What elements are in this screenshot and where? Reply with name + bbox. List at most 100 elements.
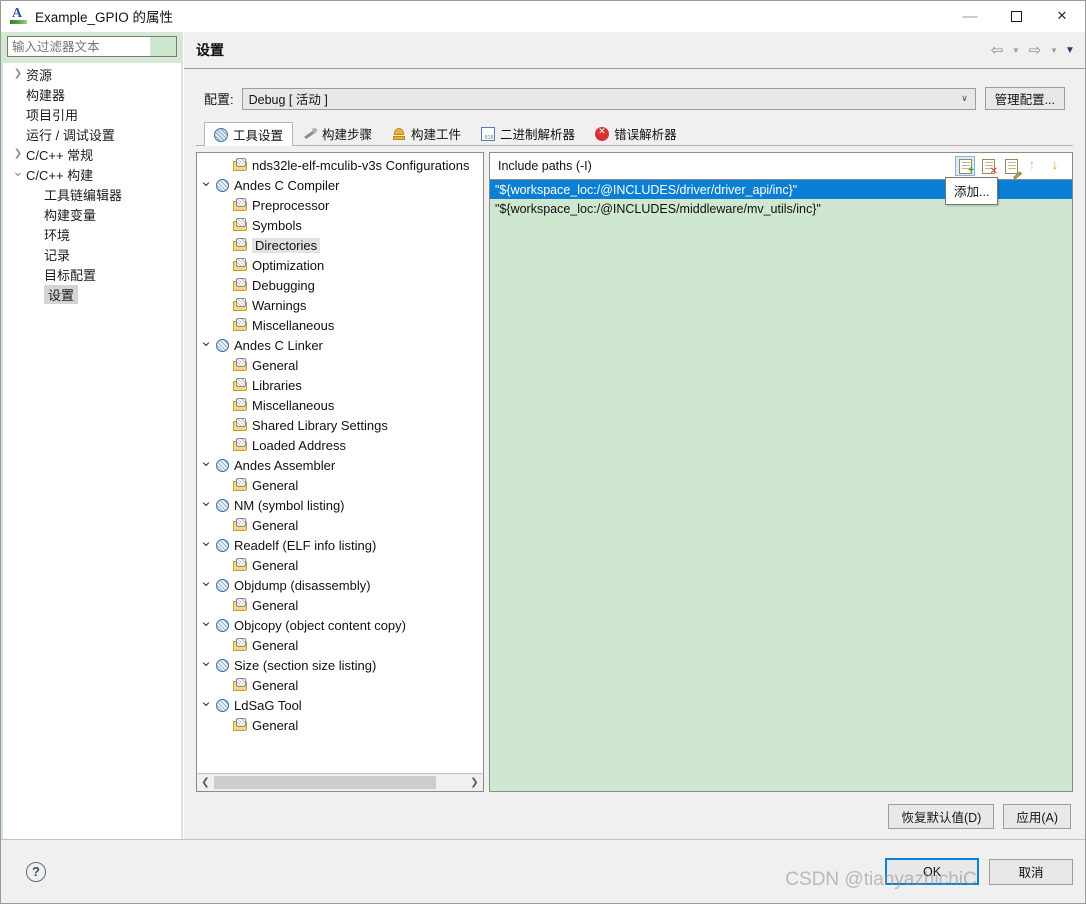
chevron-down-icon[interactable]: [197, 576, 215, 594]
tool-tree-row[interactable]: General: [197, 635, 483, 655]
chevron-down-icon[interactable]: [197, 536, 215, 554]
tool-tree-row[interactable]: Directories: [197, 235, 483, 255]
tool-tree-row[interactable]: nds32le-elf-mculib-v3s Configurations: [197, 155, 483, 175]
tool-tree-label: Symbols: [252, 217, 302, 233]
tool-tree-row[interactable]: NM (symbol listing): [197, 495, 483, 515]
tool-tree-hscrollbar[interactable]: ❮ ❯: [197, 773, 483, 791]
chevron-down-icon[interactable]: [197, 696, 215, 714]
maximize-button[interactable]: [993, 1, 1039, 31]
sidebar-item[interactable]: 项目引用: [4, 104, 180, 124]
tool-tree-label: Warnings: [252, 297, 307, 313]
tab-2[interactable]: 构建步骤: [293, 121, 382, 145]
tool-tree-row[interactable]: Miscellaneous: [197, 395, 483, 415]
sidebar-item[interactable]: 设置: [4, 284, 180, 304]
include-paths-list[interactable]: "${workspace_loc:/@INCLUDES/driver/drive…: [490, 180, 1072, 791]
tool-tree-row[interactable]: Size (section size listing): [197, 655, 483, 675]
sidebar-item[interactable]: 构建器: [4, 84, 180, 104]
tool-tree-row[interactable]: General: [197, 555, 483, 575]
tool-tree-row[interactable]: General: [197, 715, 483, 735]
scroll-left-icon[interactable]: ❮: [197, 775, 214, 790]
tab-1[interactable]: 工具设置: [204, 122, 294, 146]
chevron-down-icon[interactable]: [197, 336, 215, 354]
help-icon[interactable]: ?: [26, 861, 46, 882]
folder-icon: [233, 417, 249, 433]
chevron-down-icon[interactable]: [197, 656, 215, 674]
tool-tree-row[interactable]: Symbols: [197, 215, 483, 235]
chevron-down-icon[interactable]: [197, 496, 215, 514]
tool-tree-label: Andes C Compiler: [234, 177, 340, 193]
tool-tree-row[interactable]: General: [197, 355, 483, 375]
minimize-button[interactable]: —: [947, 1, 993, 31]
sidebar-item[interactable]: 运行 / 调试设置: [4, 124, 180, 144]
tool-tree-row[interactable]: Libraries: [197, 375, 483, 395]
hscroll-track[interactable]: [214, 776, 466, 789]
chevron-down-icon[interactable]: [197, 176, 215, 194]
move-down-icon[interactable]: [1047, 156, 1067, 176]
scroll-right-icon[interactable]: ❯: [466, 775, 483, 790]
cancel-button[interactable]: 取消: [989, 858, 1073, 885]
tab-label: 构建工件: [411, 128, 462, 142]
tool-tree-row[interactable]: General: [197, 675, 483, 695]
tool-tree-row[interactable]: Loaded Address: [197, 435, 483, 455]
tab-3[interactable]: 构建工件: [382, 121, 471, 145]
menu-dropdown-icon[interactable]: ▼: [1063, 41, 1077, 59]
forward-arrow-icon[interactable]: ⇨: [1025, 40, 1045, 60]
sidebar-item[interactable]: C/C++ 构建: [4, 164, 180, 184]
tool-tree-row[interactable]: Andes C Linker: [197, 335, 483, 355]
tab-4[interactable]: 二进制解析器: [471, 121, 585, 145]
tool-tree-row[interactable]: Debugging: [197, 275, 483, 295]
sidebar-item[interactable]: C/C++ 常规: [4, 144, 180, 164]
delete-icon[interactable]: ✕: [978, 156, 998, 177]
tool-tree-row[interactable]: Objcopy (object content copy): [197, 615, 483, 635]
tool-tree[interactable]: nds32le-elf-mculib-v3s Configurations And…: [197, 153, 483, 773]
chevron-right-icon[interactable]: [10, 149, 26, 159]
back-dropdown-icon[interactable]: ▼: [1009, 41, 1023, 59]
restore-defaults-button[interactable]: 恢复默认值(D): [888, 804, 995, 829]
tool-tree-label: General: [252, 517, 299, 533]
properties-dialog: A Example_GPIO 的属性 — ✕ 资源构建器项目引用运行 / 调试设…: [0, 0, 1086, 904]
sidebar-item[interactable]: 工具链编辑器: [4, 184, 180, 204]
chevron-down-icon[interactable]: [10, 167, 26, 182]
chevron-down-icon[interactable]: [197, 456, 215, 474]
hscroll-thumb[interactable]: [214, 776, 436, 789]
configuration-select[interactable]: Debug [ 活动 ] ∨: [241, 87, 976, 110]
ok-button[interactable]: OK: [885, 858, 979, 885]
forward-dropdown-icon[interactable]: ▼: [1047, 41, 1061, 59]
tool-tree-row[interactable]: General: [197, 595, 483, 615]
sidebar-item[interactable]: 目标配置: [4, 264, 180, 284]
chevron-down-icon[interactable]: [197, 616, 215, 634]
folder-icon: [233, 317, 249, 333]
edit-icon[interactable]: [1001, 156, 1022, 180]
tool-tree-row[interactable]: Warnings: [197, 295, 483, 315]
tab-5[interactable]: 错误解析器: [585, 121, 687, 145]
sidebar-item[interactable]: 资源: [4, 64, 180, 84]
include-path-value: "${workspace_loc:/@INCLUDES/middleware/m…: [495, 201, 821, 216]
sidebar-item[interactable]: 环境: [4, 224, 180, 244]
tool-tree-row[interactable]: LdSaG Tool: [197, 695, 483, 715]
tool-tree-row[interactable]: General: [197, 475, 483, 495]
manage-configurations-button[interactable]: 管理配置...: [984, 87, 1065, 110]
tool-tree-row[interactable]: Andes C Compiler: [197, 175, 483, 195]
tool-tree-label: General: [252, 357, 299, 373]
filter-clear-icon[interactable]: [150, 37, 176, 56]
tool-tree-label: Preprocessor: [252, 197, 330, 213]
tool-tree-row[interactable]: General: [197, 515, 483, 535]
close-button[interactable]: ✕: [1039, 1, 1085, 31]
tool-tree-row[interactable]: Shared Library Settings: [197, 415, 483, 435]
filter-input[interactable]: [8, 39, 150, 54]
tool-tree-row[interactable]: Optimization: [197, 255, 483, 275]
sidebar-item-label: 运行 / 调试设置: [26, 127, 115, 143]
add-icon[interactable]: +: [955, 156, 975, 176]
sidebar-item[interactable]: 构建变量: [4, 204, 180, 224]
back-arrow-icon[interactable]: ⇦: [987, 40, 1007, 60]
tool-tree-row[interactable]: Readelf (ELF info listing): [197, 535, 483, 555]
tool-tree-row[interactable]: Objdump (disassembly): [197, 575, 483, 595]
sidebar-item[interactable]: 记录: [4, 244, 180, 264]
chevron-right-icon[interactable]: [10, 69, 26, 79]
include-paths-pane: Include paths (-I) + ✕ ↑ ↓ "${workspace_…: [489, 152, 1073, 792]
tool-tree-row[interactable]: Andes Assembler: [197, 455, 483, 475]
apply-button[interactable]: 应用(A): [1003, 804, 1071, 829]
tool-tree-row[interactable]: Preprocessor: [197, 195, 483, 215]
tool-tree-row[interactable]: Miscellaneous: [197, 315, 483, 335]
filter-box[interactable]: [7, 36, 177, 57]
